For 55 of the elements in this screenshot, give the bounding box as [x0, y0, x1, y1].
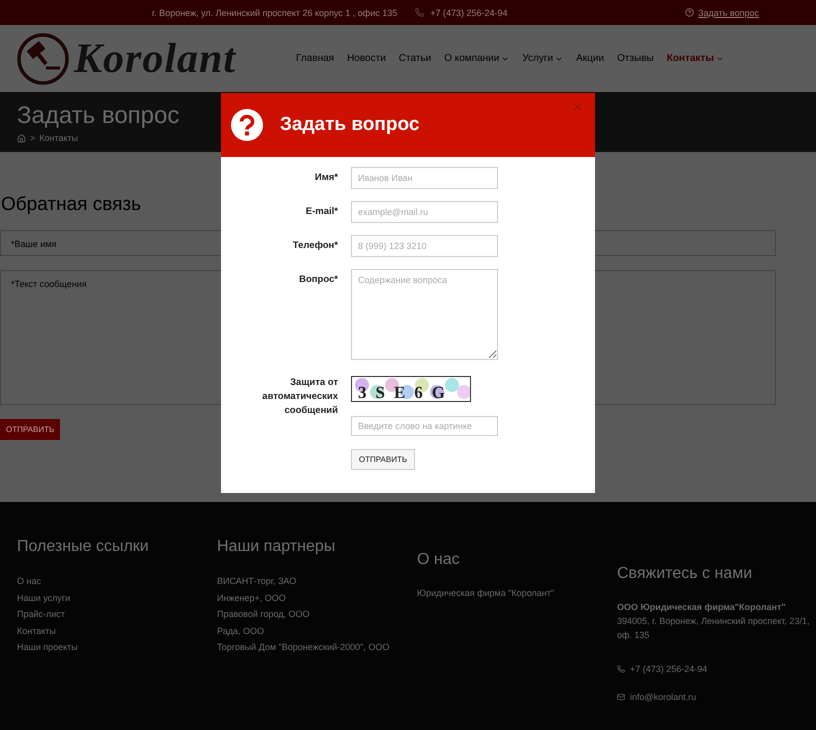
address-text: 394005, г. Воронеж, Ленинский проспект, 23/1, оф. 135 — [617, 615, 810, 642]
phone-icon — [415, 8, 424, 17]
phone-icon — [617, 665, 625, 673]
mail-icon — [617, 693, 625, 701]
footer-link[interactable]: Инженер+, ООО — [217, 590, 286, 606]
captcha-image: 3SE6G — [351, 376, 471, 402]
nav-link[interactable]: Акции — [576, 53, 604, 64]
address-text: г. Воронеж, ул. Ленинский проспект 26 корпус 1 , офис 135 — [152, 8, 398, 18]
footer-link[interactable]: Наши услуги — [17, 590, 70, 606]
nav-link[interactable]: Отзывы — [617, 53, 654, 64]
question-icon — [231, 109, 263, 141]
nav-link[interactable]: Услуги — [522, 53, 564, 64]
field-label: Имя* — [314, 171, 338, 185]
section-title: Обратная связь — [1, 194, 141, 216]
nav-link[interactable]: Новости — [347, 53, 386, 64]
logo-text: Korolant — [74, 34, 236, 82]
email-text: info@korolant.ru — [630, 691, 696, 704]
nav-link[interactable]: Главная — [296, 53, 334, 64]
home-icon[interactable] — [17, 134, 26, 142]
breadcrumb-separator: > — [30, 133, 36, 143]
input-field[interactable]: Иванов Иван — [351, 167, 498, 189]
footer-link[interactable]: Правовой город, ООО — [217, 606, 310, 622]
field-label: Телефон* — [292, 239, 338, 253]
company-name: ООО Юридическая фирма"Королант" — [617, 601, 787, 614]
footer-link[interactable]: Прайс-лист — [17, 606, 65, 622]
phone-text: +7 (473) 256-24-94 — [430, 8, 508, 18]
question-field[interactable]: Содержание вопроса — [351, 269, 498, 360]
gavel-logo-icon — [16, 32, 70, 86]
footer-link[interactable]: Контакты — [17, 622, 56, 639]
phone-text: +7 (473) 256-24-94 — [630, 663, 708, 676]
breadcrumb-link[interactable]: Контакты — [39, 133, 78, 143]
footer-link[interactable]: Рада, ООО — [217, 622, 264, 639]
submit-button[interactable]: ОТПРАВИТЬ — [351, 449, 415, 470]
captcha-field[interactable]: Введите слово на картинке — [351, 416, 498, 436]
field-label: Вопрос* — [298, 273, 338, 287]
input-field[interactable]: 8 (999) 123 3210 — [351, 235, 498, 257]
footer-heading: Наши партнеры — [217, 538, 336, 556]
nav-link[interactable]: Контакты — [666, 53, 724, 64]
help-icon — [685, 8, 694, 17]
field-label: E-mail* — [304, 205, 338, 219]
footer-link[interactable]: Торговый Дом "Воронежский-2000", ООО — [217, 639, 390, 656]
ask-question-link[interactable]: Задать вопрос — [698, 8, 759, 18]
submit-button[interactable]: ОТПРАВИТЬ — [0, 419, 60, 440]
page-title: Задать вопрос — [17, 102, 180, 130]
footer-heading: Свяжитесь с нами — [617, 565, 754, 583]
footer-link[interactable]: Наши проекты — [17, 639, 78, 656]
footer-heading: О нас — [417, 551, 461, 569]
footer-link[interactable]: О нас — [17, 573, 41, 590]
footer-link[interactable]: ВИСАНТ-торг, ЗАО — [217, 573, 296, 590]
input-field[interactable]: example@mail.ru — [351, 201, 498, 223]
footer-text: Юридическая фирма "Королант" — [417, 587, 556, 600]
footer-heading: Полезные ссылки — [17, 538, 150, 556]
nav-link[interactable]: Статьи — [398, 53, 432, 64]
nav-link[interactable]: О компании — [444, 53, 510, 64]
dialog-title: Задать вопрос — [280, 114, 420, 136]
